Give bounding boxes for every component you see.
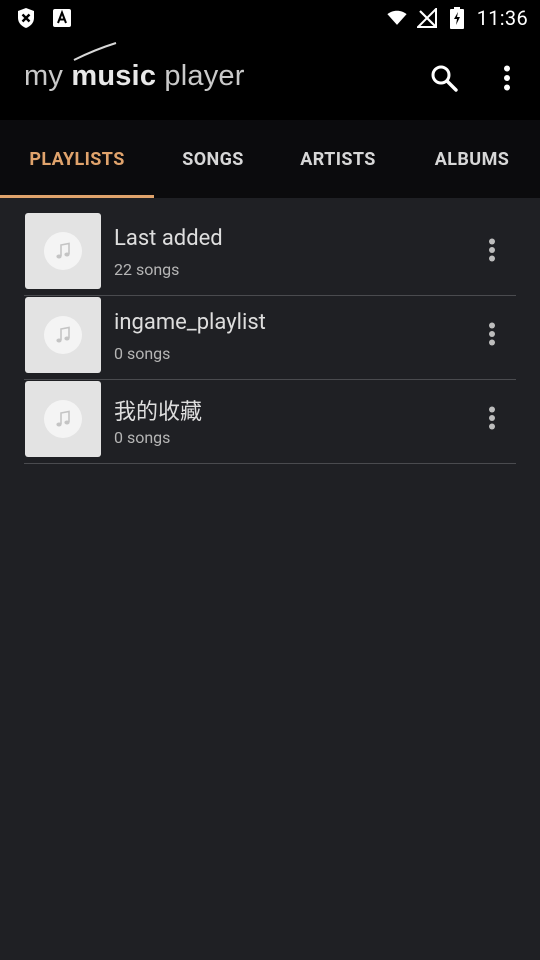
logo-swoosh-icon <box>73 42 117 61</box>
playlist-more-button[interactable] <box>482 234 502 266</box>
app-title: my music player <box>24 60 245 93</box>
search-icon <box>431 65 458 92</box>
more-vert-icon <box>489 238 495 262</box>
more-vert-icon <box>489 406 495 430</box>
status-bar: 11:36 <box>0 0 540 36</box>
more-vert-icon <box>489 322 495 346</box>
playlist-more-button[interactable] <box>482 402 502 434</box>
playlist-song-count: 0 songs <box>114 344 171 363</box>
playlist-title: 我的收藏 <box>114 400 203 425</box>
playlist-thumbnail <box>25 213 101 289</box>
music-note-icon <box>56 326 70 343</box>
more-vert-icon <box>504 65 510 91</box>
playlist-thumbnail <box>25 381 101 457</box>
font-a-notification-icon <box>52 8 72 28</box>
playlist-row[interactable]: Last added 22 songs <box>24 212 516 296</box>
playlist-title: ingame_playlist <box>114 310 266 335</box>
tab-indicator <box>0 195 154 198</box>
tab-albums[interactable]: ALBUMS <box>404 120 540 198</box>
playlist-song-count: 0 songs <box>114 428 171 447</box>
playlist-row[interactable]: 我的收藏 0 songs <box>24 380 516 464</box>
tab-playlists[interactable]: PLAYLISTS <box>0 120 154 198</box>
overflow-menu-button[interactable] <box>492 60 522 96</box>
playlist-song-count: 22 songs <box>114 260 180 279</box>
wifi-icon <box>387 8 407 28</box>
tab-artists[interactable]: ARTISTS <box>272 120 404 198</box>
tab-bar: PLAYLISTS SONGS ARTISTS ALBUMS <box>0 120 540 198</box>
playlist-row[interactable]: ingame_playlist 0 songs <box>24 296 516 380</box>
playlist-title: Last added <box>114 226 223 251</box>
status-clock: 11:36 <box>476 6 528 30</box>
no-signal-icon <box>416 8 437 28</box>
playlist-thumbnail <box>25 297 101 373</box>
app-bar: my music player <box>0 36 540 120</box>
logo-word-player: player <box>164 60 245 92</box>
search-button[interactable] <box>426 60 462 96</box>
shield-notification-icon <box>16 8 36 28</box>
tab-songs[interactable]: SONGS <box>154 120 272 198</box>
app-logo: my music player <box>24 42 264 102</box>
logo-word-my: my <box>24 60 64 92</box>
music-note-icon <box>56 242 70 259</box>
music-note-icon <box>56 410 70 427</box>
playlist-more-button[interactable] <box>482 318 502 350</box>
playlist-list: Last added 22 songs ingame_playlist 0 so… <box>24 212 516 464</box>
battery-charging-icon <box>447 7 467 29</box>
logo-word-music: music <box>71 60 157 92</box>
